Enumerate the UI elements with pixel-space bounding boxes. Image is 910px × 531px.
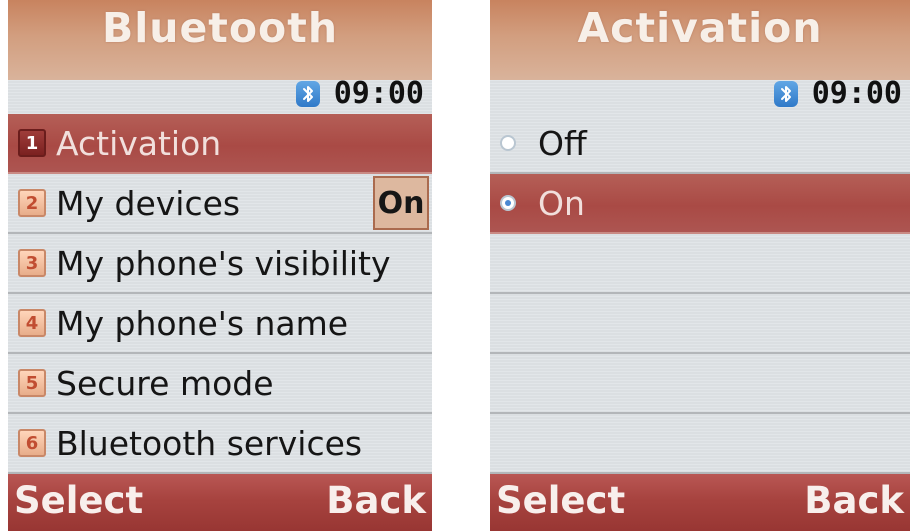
back-softkey[interactable]: Back [804, 479, 904, 522]
menu-number-badge: 6 [18, 429, 46, 457]
menu-item-my-phones-visibility[interactable]: 3 My phone's visibility [8, 234, 432, 294]
status-bar: 09:00 [773, 76, 902, 111]
status-bar: 09:00 [295, 76, 424, 111]
title-bar: Activation [490, 0, 910, 80]
softkey-bar: Select Back [490, 474, 910, 531]
status-time: 09:00 [333, 76, 424, 111]
empty-row [490, 234, 910, 294]
activation-screen: Activation 09:00 Off On Select Back [490, 0, 910, 531]
option-off[interactable]: Off [490, 114, 910, 174]
screen-title: Activation [577, 4, 823, 52]
activation-option-list: Off On [490, 114, 910, 474]
select-softkey[interactable]: Select [496, 479, 625, 522]
menu-number-badge: 4 [18, 309, 46, 337]
title-bar: Bluetooth [8, 0, 432, 80]
radio-off-icon [500, 135, 516, 151]
menu-item-label: My phone's name [56, 303, 349, 343]
empty-row [490, 294, 910, 354]
menu-item-label: Activation [56, 123, 222, 163]
bluetooth-menu-screen: Bluetooth 09:00 1 Activation 2 My device… [8, 0, 432, 531]
empty-row [490, 354, 910, 414]
option-on[interactable]: On [490, 174, 910, 234]
menu-item-my-phones-name[interactable]: 4 My phone's name [8, 294, 432, 354]
menu-number-badge: 2 [18, 189, 46, 217]
bluetooth-icon [295, 80, 320, 107]
menu-item-label: My devices [56, 183, 241, 223]
radio-on-icon [500, 195, 516, 211]
softkey-bar: Select Back [8, 474, 432, 531]
menu-item-bluetooth-services[interactable]: 6 Bluetooth services [8, 414, 432, 474]
menu-item-activation[interactable]: 1 Activation [8, 114, 432, 174]
option-label: Off [538, 123, 587, 163]
menu-number-badge: 1 [18, 129, 46, 157]
select-softkey[interactable]: Select [14, 479, 143, 522]
bluetooth-menu-list: 1 Activation 2 My devices On 3 My phone'… [8, 114, 432, 474]
menu-number-badge: 3 [18, 249, 46, 277]
menu-item-label: Secure mode [56, 363, 274, 403]
menu-item-label: Bluetooth services [56, 423, 363, 463]
menu-number-badge: 5 [18, 369, 46, 397]
empty-row [490, 414, 910, 474]
bluetooth-icon [773, 80, 798, 107]
menu-item-label: My phone's visibility [56, 243, 391, 283]
menu-item-my-devices[interactable]: 2 My devices On [8, 174, 432, 234]
option-label: On [538, 183, 585, 223]
back-softkey[interactable]: Back [326, 479, 426, 522]
activation-status-badge: On [373, 176, 429, 230]
screen-title: Bluetooth [101, 4, 339, 52]
menu-item-secure-mode[interactable]: 5 Secure mode [8, 354, 432, 414]
status-time: 09:00 [811, 76, 902, 111]
